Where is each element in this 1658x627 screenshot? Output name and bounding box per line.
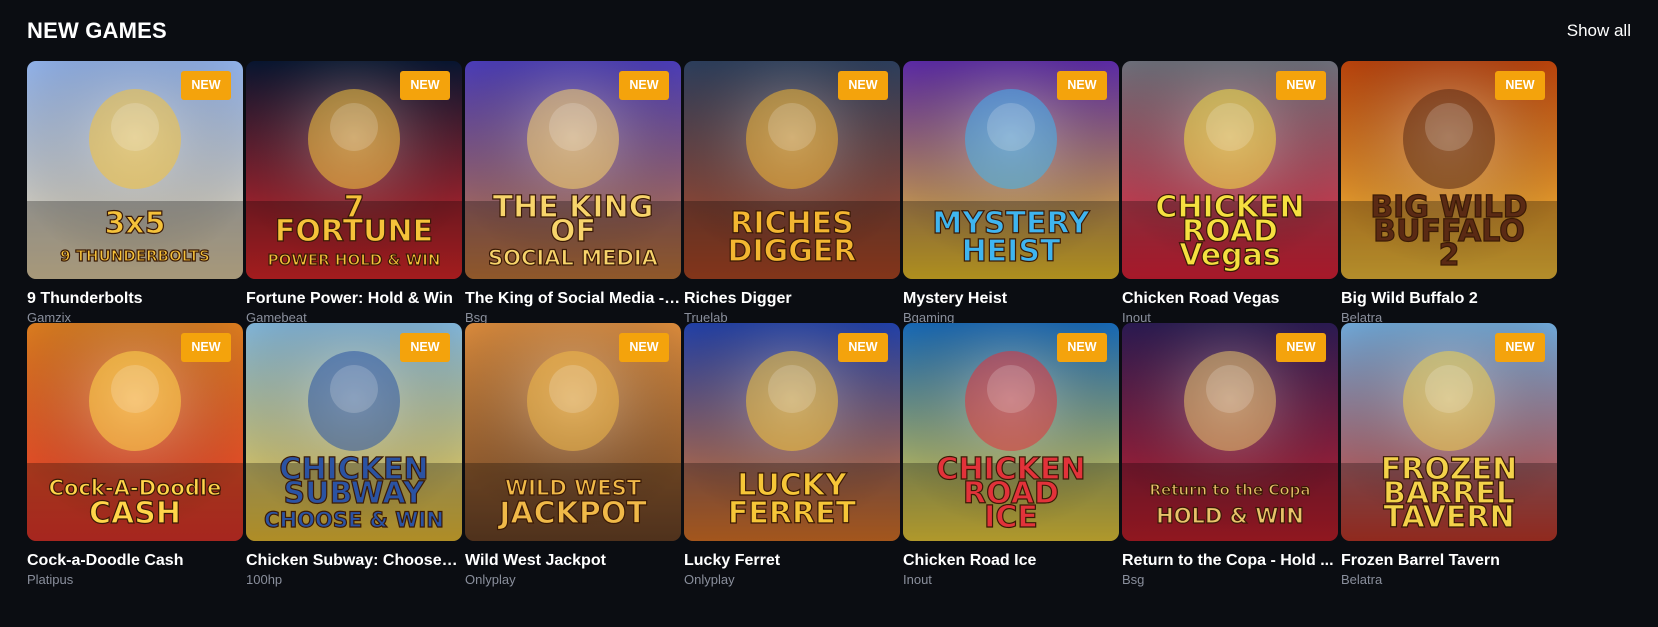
game-provider: Onlyplay bbox=[465, 572, 516, 587]
game-title[interactable]: Chicken Road Vegas bbox=[1122, 289, 1338, 309]
game-art-text: CHOOSE & WIN bbox=[264, 508, 444, 532]
new-badge: NEW bbox=[181, 333, 231, 362]
game-card[interactable]: RICHES DIGGER NEW Riches Digger Truelab bbox=[684, 61, 900, 325]
game-thumbnail[interactable]: CHICKEN SUBWAY CHOOSE & WIN NEW bbox=[246, 323, 462, 541]
game-title[interactable]: Return to the Copa - Hold ... bbox=[1122, 551, 1338, 571]
game-card[interactable]: BIG WILD BUFFALO 2 NEW Big Wild Buffalo 2 Bel… bbox=[1341, 61, 1557, 325]
game-art-text: Return to the Copa bbox=[1150, 481, 1311, 499]
game-title[interactable]: Wild West Jackpot bbox=[465, 551, 681, 571]
game-thumbnail[interactable]: THE KING OF SOCIAL MEDIA NEW bbox=[465, 61, 681, 279]
new-badge: NEW bbox=[838, 333, 888, 362]
game-card[interactable]: Cock-A-Doodle CASH NEW Cock-a-Doodle Cash Pl… bbox=[27, 323, 243, 587]
new-badge: NEW bbox=[1276, 333, 1326, 362]
game-thumbnail[interactable]: BIG WILD BUFFALO 2 NEW bbox=[1341, 61, 1557, 279]
new-badge: NEW bbox=[400, 333, 450, 362]
game-art-text: TAVERN bbox=[1383, 500, 1514, 535]
new-badge: NEW bbox=[1057, 333, 1107, 362]
game-art-text: CASH bbox=[89, 496, 181, 531]
game-thumbnail[interactable]: MYSTERY HEIST NEW bbox=[903, 61, 1119, 279]
game-title[interactable]: Big Wild Buffalo 2 bbox=[1341, 289, 1557, 309]
game-title[interactable]: Riches Digger bbox=[684, 289, 900, 309]
game-title[interactable]: Fortune Power: Hold & Win bbox=[246, 289, 462, 309]
game-art-text: HEIST bbox=[962, 234, 1061, 269]
game-title[interactable]: Chicken Road Ice bbox=[903, 551, 1119, 571]
game-provider: Bsg bbox=[1122, 572, 1145, 587]
game-title[interactable]: 9 Thunderbolts bbox=[27, 289, 243, 309]
game-thumbnail[interactable]: FROZEN BARREL TAVERN NEW bbox=[1341, 323, 1557, 541]
game-card[interactable]: CHICKEN ROAD Vegas NEW Chicken Road Vegas Ino… bbox=[1122, 61, 1338, 325]
game-art-text: OF bbox=[550, 214, 596, 249]
game-thumbnail[interactable]: LUCKY FERRET NEW bbox=[684, 323, 900, 541]
new-badge: NEW bbox=[1057, 71, 1107, 100]
game-thumbnail[interactable]: CHICKEN ROAD ICE NEW bbox=[903, 323, 1119, 541]
game-title[interactable]: Frozen Barrel Tavern bbox=[1341, 551, 1557, 571]
section-header: NEW GAMES Show all bbox=[27, 16, 1631, 46]
game-thumbnail[interactable]: WILD WEST JACKPOT NEW bbox=[465, 323, 681, 541]
game-art-text: SUBWAY bbox=[283, 476, 425, 511]
game-title[interactable]: Mystery Heist bbox=[903, 289, 1119, 309]
game-card[interactable]: Return to the Copa HOLD & WIN NEW Return to… bbox=[1122, 323, 1338, 587]
game-title[interactable]: The King of Social Media - ... bbox=[465, 289, 681, 309]
game-card[interactable]: MYSTERY HEIST NEW Mystery Heist Bgaming bbox=[903, 61, 1119, 325]
new-badge: NEW bbox=[1276, 71, 1326, 100]
new-badge: NEW bbox=[1495, 333, 1545, 362]
new-badge: NEW bbox=[838, 71, 888, 100]
game-card[interactable]: CHICKEN ROAD ICE NEW Chicken Road Ice Inout bbox=[903, 323, 1119, 587]
game-art-text: FORTUNE bbox=[275, 214, 433, 249]
game-card[interactable]: CHICKEN SUBWAY CHOOSE & WIN NEW Chicken Subw… bbox=[246, 323, 462, 587]
game-card[interactable]: 3x5 9 THUNDERBOLTS NEW 9 Thunderbolts Gamzix bbox=[27, 61, 243, 325]
game-title[interactable]: Cock-a-Doodle Cash bbox=[27, 551, 243, 571]
game-provider: Onlyplay bbox=[684, 572, 735, 587]
game-thumbnail[interactable]: RICHES DIGGER NEW bbox=[684, 61, 900, 279]
section-title: NEW GAMES bbox=[27, 18, 167, 43]
game-provider: Platipus bbox=[27, 572, 74, 587]
game-thumbnail[interactable]: 3x5 9 THUNDERBOLTS NEW bbox=[27, 61, 243, 279]
new-badge: NEW bbox=[1495, 71, 1545, 100]
game-thumbnail[interactable]: Cock-A-Doodle CASH NEW bbox=[27, 323, 243, 541]
game-title[interactable]: Lucky Ferret bbox=[684, 551, 900, 571]
game-art-text: DIGGER bbox=[728, 234, 857, 269]
new-badge: NEW bbox=[400, 71, 450, 100]
new-badge: NEW bbox=[619, 71, 669, 100]
game-thumbnail[interactable]: Return to the Copa HOLD & WIN NEW bbox=[1122, 323, 1338, 541]
game-art-text: 3x5 bbox=[104, 206, 165, 241]
game-card[interactable]: THE KING OF SOCIAL MEDIA NEW The King of Soc… bbox=[465, 61, 681, 325]
game-art-text: 9 THUNDERBOLTS bbox=[60, 247, 210, 265]
game-thumbnail[interactable]: CHICKEN ROAD Vegas NEW bbox=[1122, 61, 1338, 279]
game-art-text: SOCIAL MEDIA bbox=[488, 246, 659, 270]
game-art-text: FERRET bbox=[728, 496, 857, 531]
game-art-text: ICE bbox=[984, 500, 1038, 535]
show-all-link[interactable]: Show all bbox=[1567, 16, 1631, 46]
game-art-text: JACKPOT bbox=[497, 496, 647, 531]
game-thumbnail[interactable]: 7 FORTUNE POWER HOLD & WIN NEW bbox=[246, 61, 462, 279]
game-card[interactable]: LUCKY FERRET NEW Lucky Ferret Onlyplay bbox=[684, 323, 900, 587]
game-provider: 100hp bbox=[246, 572, 283, 587]
game-provider: Inout bbox=[903, 572, 932, 587]
game-card[interactable]: WILD WEST JACKPOT NEW Wild West Jackpot Only… bbox=[465, 323, 681, 587]
game-card[interactable]: 7 FORTUNE POWER HOLD & WIN NEW Fortune Power… bbox=[246, 61, 462, 325]
game-provider: Belatra bbox=[1341, 572, 1383, 587]
game-art-text: 2 bbox=[1439, 238, 1460, 273]
game-card[interactable]: FROZEN BARREL TAVERN NEW Frozen Barrel Taver… bbox=[1341, 323, 1557, 587]
new-badge: NEW bbox=[619, 333, 669, 362]
game-art-text: HOLD & WIN bbox=[1156, 504, 1304, 528]
game-title[interactable]: Chicken Subway: Choose a... bbox=[246, 551, 462, 571]
new-badge: NEW bbox=[181, 71, 231, 100]
game-art-text: Vegas bbox=[1179, 238, 1281, 273]
game-art-text: POWER HOLD & WIN bbox=[268, 251, 441, 269]
